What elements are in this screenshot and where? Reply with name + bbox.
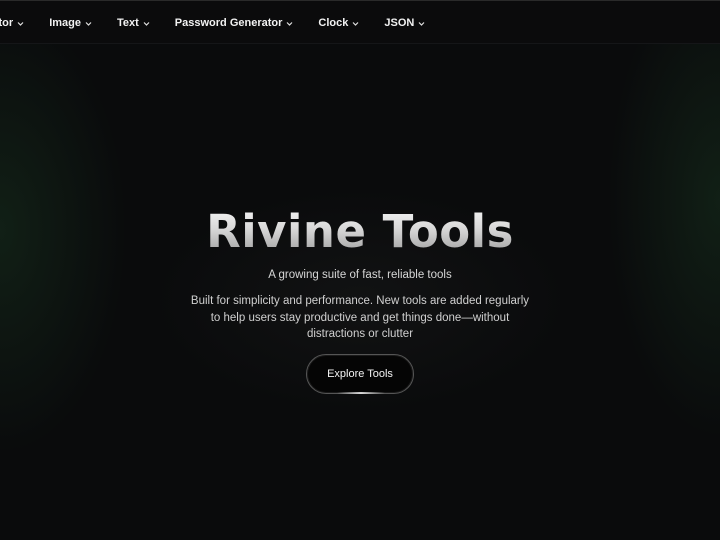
- hero-title: Rivine Tools: [0, 200, 720, 264]
- top-navbar: erator Image Text Password Generator Clo…: [0, 0, 720, 44]
- nav-item-label: erator: [0, 17, 14, 29]
- nav-item-password-generator[interactable]: Password Generator: [175, 17, 294, 29]
- nav-item-generator[interactable]: erator: [0, 17, 24, 29]
- nav-item-label: JSON: [384, 17, 415, 29]
- nav-item-label: Password Generator: [174, 17, 283, 29]
- nav-item-label: Text: [116, 17, 139, 29]
- nav-item-json[interactable]: JSON: [384, 17, 425, 29]
- hero-section: Rivine Tools A growing suite of fast, re…: [0, 200, 720, 394]
- chevron-down-icon: [286, 20, 293, 27]
- chevron-down-icon: [143, 20, 150, 27]
- hero-subtitle: A growing suite of fast, reliable tools: [268, 269, 452, 281]
- nav-item-clock[interactable]: Clock: [318, 17, 359, 29]
- hero-description: Built for simplicity and performance. Ne…: [190, 295, 530, 340]
- explore-tools-label: Explore Tools: [327, 367, 393, 380]
- chevron-down-icon: [418, 20, 425, 27]
- nav-item-label: Clock: [318, 17, 349, 29]
- nav-item-text[interactable]: Text: [117, 17, 150, 29]
- nav-item-label: Image: [49, 17, 81, 29]
- button-shine: [337, 391, 385, 394]
- chevron-down-icon: [85, 20, 92, 27]
- nav-item-image[interactable]: Image: [49, 17, 92, 29]
- explore-tools-button[interactable]: Explore Tools: [306, 353, 414, 394]
- nav-menu: erator Image Text Password Generator Clo…: [0, 1, 425, 45]
- cta-container: Explore Tools: [0, 353, 720, 394]
- chevron-down-icon: [17, 20, 24, 27]
- chevron-down-icon: [352, 20, 359, 27]
